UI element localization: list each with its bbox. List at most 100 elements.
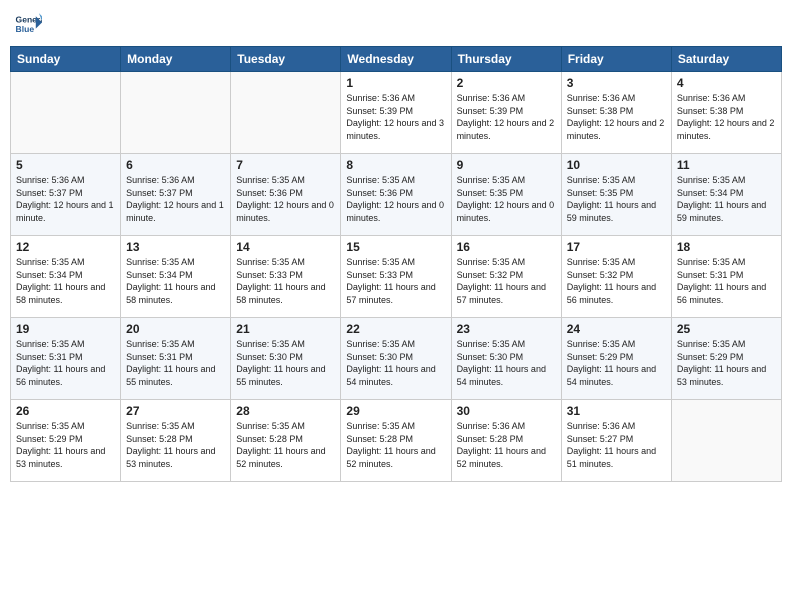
logo: General Blue — [14, 10, 46, 38]
day-number: 13 — [126, 240, 225, 254]
day-number: 10 — [567, 158, 666, 172]
day-number: 20 — [126, 322, 225, 336]
calendar-cell: 31 Sunrise: 5:36 AM Sunset: 5:27 PM Dayli… — [561, 400, 671, 482]
day-number: 6 — [126, 158, 225, 172]
day-info: Sunrise: 5:36 AM Sunset: 5:38 PM Dayligh… — [677, 92, 776, 142]
day-number: 29 — [346, 404, 445, 418]
day-info: Sunrise: 5:35 AM Sunset: 5:32 PM Dayligh… — [457, 256, 556, 306]
day-number: 17 — [567, 240, 666, 254]
day-info: Sunrise: 5:35 AM Sunset: 5:31 PM Dayligh… — [16, 338, 115, 388]
day-info: Sunrise: 5:35 AM Sunset: 5:34 PM Dayligh… — [126, 256, 225, 306]
day-info: Sunrise: 5:35 AM Sunset: 5:30 PM Dayligh… — [236, 338, 335, 388]
day-number: 27 — [126, 404, 225, 418]
calendar-cell: 10 Sunrise: 5:35 AM Sunset: 5:35 PM Dayli… — [561, 154, 671, 236]
day-info: Sunrise: 5:35 AM Sunset: 5:35 PM Dayligh… — [567, 174, 666, 224]
calendar-cell: 19 Sunrise: 5:35 AM Sunset: 5:31 PM Dayli… — [11, 318, 121, 400]
day-info: Sunrise: 5:35 AM Sunset: 5:36 PM Dayligh… — [236, 174, 335, 224]
day-number: 2 — [457, 76, 556, 90]
column-header-monday: Monday — [121, 47, 231, 72]
calendar-cell: 25 Sunrise: 5:35 AM Sunset: 5:29 PM Dayli… — [671, 318, 781, 400]
calendar-cell: 11 Sunrise: 5:35 AM Sunset: 5:34 PM Dayli… — [671, 154, 781, 236]
column-header-thursday: Thursday — [451, 47, 561, 72]
calendar-cell: 2 Sunrise: 5:36 AM Sunset: 5:39 PM Daylig… — [451, 72, 561, 154]
day-info: Sunrise: 5:35 AM Sunset: 5:29 PM Dayligh… — [567, 338, 666, 388]
day-number: 8 — [346, 158, 445, 172]
calendar-cell: 13 Sunrise: 5:35 AM Sunset: 5:34 PM Dayli… — [121, 236, 231, 318]
day-number: 31 — [567, 404, 666, 418]
calendar-cell — [11, 72, 121, 154]
column-header-sunday: Sunday — [11, 47, 121, 72]
day-number: 21 — [236, 322, 335, 336]
day-info: Sunrise: 5:36 AM Sunset: 5:39 PM Dayligh… — [457, 92, 556, 142]
calendar-cell: 1Sunrise: 5:36 AM Sunset: 5:39 PM Daylig… — [341, 72, 451, 154]
page-header: General Blue — [10, 10, 782, 38]
calendar-cell: 16 Sunrise: 5:35 AM Sunset: 5:32 PM Dayli… — [451, 236, 561, 318]
calendar-cell: 23 Sunrise: 5:35 AM Sunset: 5:30 PM Dayli… — [451, 318, 561, 400]
calendar-cell: 12 Sunrise: 5:35 AM Sunset: 5:34 PM Dayli… — [11, 236, 121, 318]
logo-icon: General Blue — [14, 10, 42, 38]
day-number: 7 — [236, 158, 335, 172]
calendar-cell: 17 Sunrise: 5:35 AM Sunset: 5:32 PM Dayli… — [561, 236, 671, 318]
day-info: Sunrise: 5:36 AM Sunset: 5:37 PM Dayligh… — [126, 174, 225, 224]
calendar-cell: 29 Sunrise: 5:35 AM Sunset: 5:28 PM Dayli… — [341, 400, 451, 482]
svg-text:Blue: Blue — [16, 24, 35, 34]
day-number: 25 — [677, 322, 776, 336]
calendar-cell — [231, 72, 341, 154]
column-header-wednesday: Wednesday — [341, 47, 451, 72]
day-info: Sunrise: 5:35 AM Sunset: 5:28 PM Dayligh… — [126, 420, 225, 470]
day-info: Sunrise: 5:35 AM Sunset: 5:35 PM Dayligh… — [457, 174, 556, 224]
calendar-cell — [121, 72, 231, 154]
day-number: 23 — [457, 322, 556, 336]
calendar-week-row: 5 Sunrise: 5:36 AM Sunset: 5:37 PM Daylig… — [11, 154, 782, 236]
day-number: 28 — [236, 404, 335, 418]
calendar-cell: 21 Sunrise: 5:35 AM Sunset: 5:30 PM Dayli… — [231, 318, 341, 400]
calendar-cell — [671, 400, 781, 482]
day-number: 30 — [457, 404, 556, 418]
day-number: 16 — [457, 240, 556, 254]
calendar-week-row: 1Sunrise: 5:36 AM Sunset: 5:39 PM Daylig… — [11, 72, 782, 154]
day-info: Sunrise: 5:35 AM Sunset: 5:31 PM Dayligh… — [126, 338, 225, 388]
calendar-week-row: 19 Sunrise: 5:35 AM Sunset: 5:31 PM Dayli… — [11, 318, 782, 400]
day-info: Sunrise: 5:35 AM Sunset: 5:28 PM Dayligh… — [236, 420, 335, 470]
day-info: Sunrise: 5:35 AM Sunset: 5:34 PM Dayligh… — [16, 256, 115, 306]
calendar-cell: 18 Sunrise: 5:35 AM Sunset: 5:31 PM Dayli… — [671, 236, 781, 318]
calendar-cell: 22 Sunrise: 5:35 AM Sunset: 5:30 PM Dayli… — [341, 318, 451, 400]
day-number: 22 — [346, 322, 445, 336]
calendar-cell: 8Sunrise: 5:35 AM Sunset: 5:36 PM Daylig… — [341, 154, 451, 236]
calendar-cell: 5Sunrise: 5:36 AM Sunset: 5:37 PM Daylig… — [11, 154, 121, 236]
day-number: 12 — [16, 240, 115, 254]
calendar-week-row: 12 Sunrise: 5:35 AM Sunset: 5:34 PM Dayli… — [11, 236, 782, 318]
day-number: 24 — [567, 322, 666, 336]
column-header-friday: Friday — [561, 47, 671, 72]
day-info: Sunrise: 5:35 AM Sunset: 5:32 PM Dayligh… — [567, 256, 666, 306]
day-number: 9 — [457, 158, 556, 172]
day-number: 14 — [236, 240, 335, 254]
calendar-cell: 26 Sunrise: 5:35 AM Sunset: 5:29 PM Dayli… — [11, 400, 121, 482]
column-header-tuesday: Tuesday — [231, 47, 341, 72]
day-info: Sunrise: 5:35 AM Sunset: 5:34 PM Dayligh… — [677, 174, 776, 224]
calendar-cell: 7 Sunrise: 5:35 AM Sunset: 5:36 PM Daylig… — [231, 154, 341, 236]
day-info: Sunrise: 5:35 AM Sunset: 5:29 PM Dayligh… — [16, 420, 115, 470]
day-info: Sunrise: 5:35 AM Sunset: 5:33 PM Dayligh… — [346, 256, 445, 306]
calendar-cell: 3Sunrise: 5:36 AM Sunset: 5:38 PM Daylig… — [561, 72, 671, 154]
calendar-table: SundayMondayTuesdayWednesdayThursdayFrid… — [10, 46, 782, 482]
column-header-saturday: Saturday — [671, 47, 781, 72]
day-number: 19 — [16, 322, 115, 336]
day-info: Sunrise: 5:35 AM Sunset: 5:28 PM Dayligh… — [346, 420, 445, 470]
day-number: 11 — [677, 158, 776, 172]
day-number: 15 — [346, 240, 445, 254]
day-number: 5 — [16, 158, 115, 172]
day-info: Sunrise: 5:35 AM Sunset: 5:29 PM Dayligh… — [677, 338, 776, 388]
day-number: 18 — [677, 240, 776, 254]
day-info: Sunrise: 5:35 AM Sunset: 5:33 PM Dayligh… — [236, 256, 335, 306]
calendar-cell: 6 Sunrise: 5:36 AM Sunset: 5:37 PM Daylig… — [121, 154, 231, 236]
day-info: Sunrise: 5:35 AM Sunset: 5:30 PM Dayligh… — [346, 338, 445, 388]
calendar-cell: 20 Sunrise: 5:35 AM Sunset: 5:31 PM Dayli… — [121, 318, 231, 400]
calendar-week-row: 26 Sunrise: 5:35 AM Sunset: 5:29 PM Dayli… — [11, 400, 782, 482]
day-info: Sunrise: 5:36 AM Sunset: 5:27 PM Dayligh… — [567, 420, 666, 470]
day-number: 26 — [16, 404, 115, 418]
day-info: Sunrise: 5:36 AM Sunset: 5:39 PM Dayligh… — [346, 92, 445, 142]
day-info: Sunrise: 5:36 AM Sunset: 5:38 PM Dayligh… — [567, 92, 666, 142]
day-info: Sunrise: 5:35 AM Sunset: 5:30 PM Dayligh… — [457, 338, 556, 388]
day-info: Sunrise: 5:35 AM Sunset: 5:31 PM Dayligh… — [677, 256, 776, 306]
